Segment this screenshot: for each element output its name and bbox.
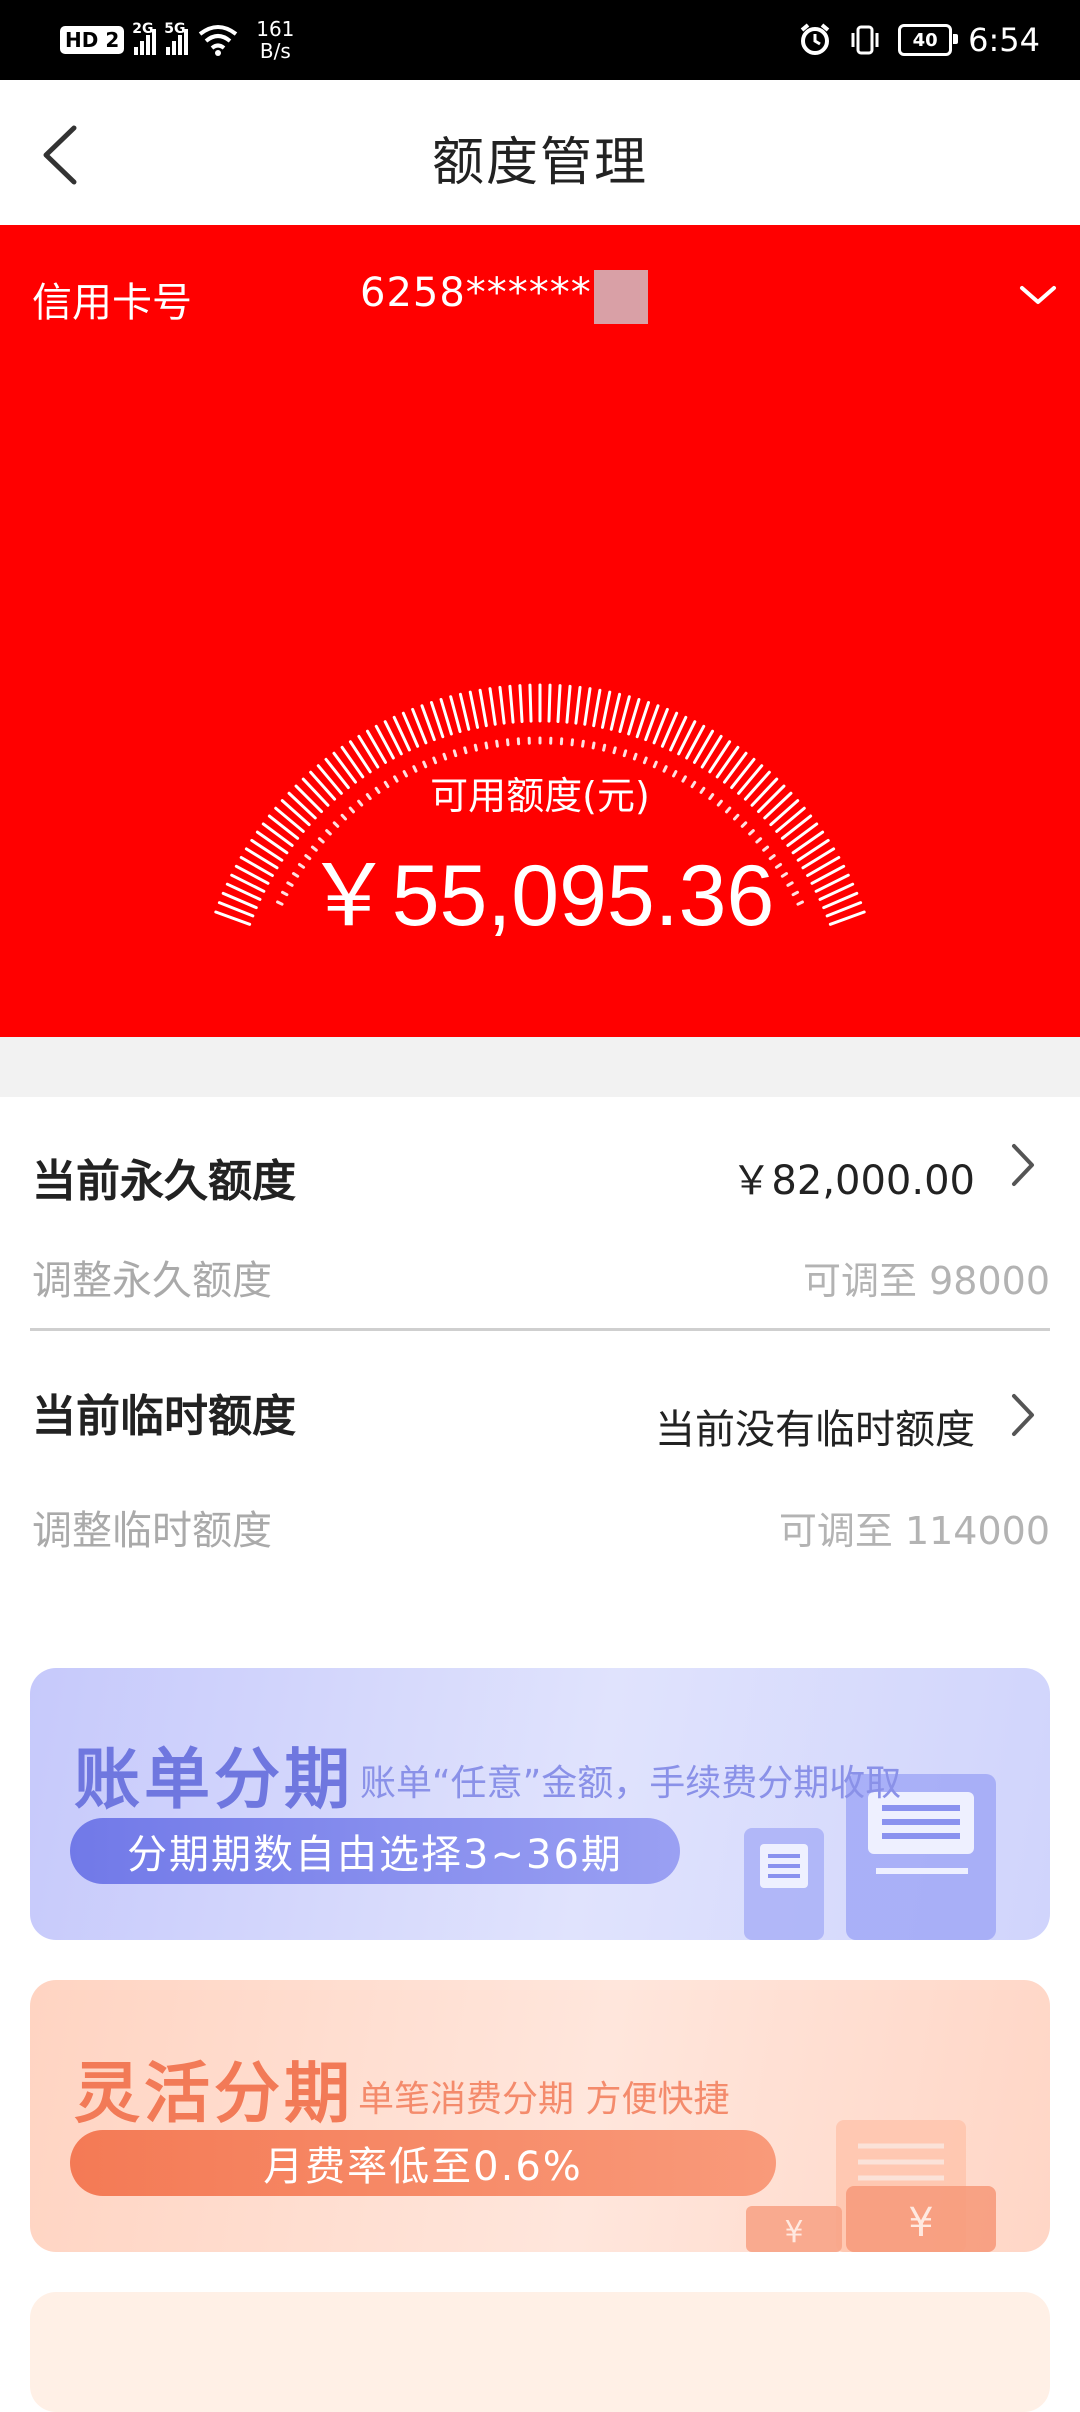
gauge-tick-inner <box>593 743 594 748</box>
bill-installment-pill: 分期期数自由选择3~36期 <box>70 1818 680 1884</box>
temporary-limit-value: 当前没有临时额度 <box>655 1397 975 1455</box>
gauge-tick-inner <box>583 741 584 746</box>
divider <box>30 1328 1050 1331</box>
battery-icon: 40 <box>898 24 952 56</box>
card-number-label: 信用卡号 <box>32 270 192 328</box>
gauge-tick-outer <box>500 687 504 723</box>
gauge-tick-outer <box>520 686 522 722</box>
network-speed: 161 B/s <box>256 18 294 62</box>
gauge-tick-inner <box>475 745 476 750</box>
card-number: 6258****** <box>360 270 592 316</box>
gauge-tick-outer <box>567 686 570 722</box>
gauge-tick-outer <box>470 692 477 727</box>
permanent-limit-title: 当前永久额度 <box>32 1145 296 1209</box>
gauge-tick-outer <box>585 689 590 725</box>
flexible-installment-pill: 月费率低至0.6% <box>70 2130 776 2196</box>
section-separator <box>0 1037 1080 1097</box>
gauge-tick-inner <box>644 758 646 763</box>
chevron-right-icon <box>1008 1140 1038 1190</box>
gauge-tick-outer <box>451 697 460 732</box>
vibrate-icon <box>848 23 882 57</box>
clock: 6:54 <box>968 21 1040 59</box>
flexible-installment-subtitle: 单笔消费分期 方便快捷 <box>358 2070 729 2122</box>
gauge-tick-inner <box>572 740 573 745</box>
chevron-right-icon <box>1008 1390 1038 1440</box>
gauge-tick-outer <box>637 703 648 737</box>
gauge-tick-outer <box>702 736 721 767</box>
gauge-tick-inner <box>614 748 615 753</box>
bill-installment-subtitle: 账单“任意”金额，手续费分期收取 <box>360 1754 901 1806</box>
gauge-tick-outer <box>576 687 580 723</box>
gauge-tick-inner <box>507 740 508 745</box>
gauge-tick-outer <box>510 686 513 722</box>
svg-text:¥: ¥ <box>784 2215 803 2250</box>
flexible-installment-banner[interactable]: ¥ ¥ 灵活分期 单笔消费分期 方便快捷 月费率低至0.6% <box>30 1980 1050 2252</box>
temporary-limit-title: 当前临时额度 <box>32 1380 296 1444</box>
status-bar: HD 2 2G 5G 161 B/s 40 6:5 <box>0 0 1080 80</box>
gauge-tick-inner <box>624 751 625 756</box>
gauge-tick-inner <box>454 751 455 756</box>
gauge-tick-outer <box>460 694 468 729</box>
flexible-installment-title: 灵活分期 <box>74 2040 354 2136</box>
signal-icon-1: 2G <box>134 25 156 55</box>
svg-text:¥: ¥ <box>908 2200 933 2246</box>
gauge-tick-inner <box>497 741 498 746</box>
adjust-temporary-label: 调整临时额度 <box>32 1498 272 1556</box>
credit-card-panel: 信用卡号 6258****** 可用额度(元) ￥55,095.36 <box>0 225 1080 1037</box>
gauge-tick-inner <box>634 754 636 759</box>
card-select-dropdown[interactable] <box>1016 280 1060 310</box>
gauge-tick-outer <box>480 690 486 725</box>
bill-installment-title: 账单分期 <box>74 1726 354 1822</box>
gauge-tick-inner <box>434 758 436 763</box>
available-limit-label: 可用额度(元) <box>0 765 1080 820</box>
hd-badge: HD 2 <box>60 26 124 54</box>
gauge-tick-outer <box>629 699 639 733</box>
gauge-tick-outer <box>359 736 378 767</box>
gauge-tick-outer <box>594 690 600 725</box>
gauge-tick-inner <box>444 754 446 759</box>
gauge-tick-inner <box>604 745 605 750</box>
gauge-tick-outer <box>602 692 609 727</box>
gauge-tick-outer <box>620 697 629 732</box>
permanent-limit-value: ￥82,000.00 <box>731 1148 975 1206</box>
wifi-icon <box>198 24 238 56</box>
header: 额度管理 <box>0 80 1080 225</box>
gauge-tick-outer <box>530 685 531 721</box>
alarm-icon <box>798 23 832 57</box>
gauge-tick-outer <box>558 686 560 722</box>
gauge-tick-outer <box>549 685 550 721</box>
gauge-tick-outer <box>611 694 619 729</box>
bill-installment-banner[interactable]: 账单分期 账单“任意”金额，手续费分期收取 分期期数自由选择3~36期 <box>30 1668 1050 1940</box>
adjust-temporary-value: 可调至 114000 <box>779 1500 1050 1555</box>
gauge-tick-outer <box>431 703 442 737</box>
available-limit-amount: ￥55,095.36 <box>0 825 1080 950</box>
page-title: 额度管理 <box>0 120 1080 195</box>
gauge-tick-outer <box>441 699 451 733</box>
gauge-tick-outer <box>490 689 495 725</box>
adjust-permanent-value: 可调至 98000 <box>803 1250 1050 1305</box>
gauge-tick-inner <box>465 748 466 753</box>
chevron-down-icon <box>1016 280 1060 310</box>
promo-banner[interactable] <box>30 2292 1050 2412</box>
card-number-mask <box>594 270 648 324</box>
adjust-permanent-label: 调整永久额度 <box>32 1248 272 1306</box>
signal-icon-2: 5G <box>166 25 188 55</box>
gauge-tick-inner <box>486 743 487 748</box>
